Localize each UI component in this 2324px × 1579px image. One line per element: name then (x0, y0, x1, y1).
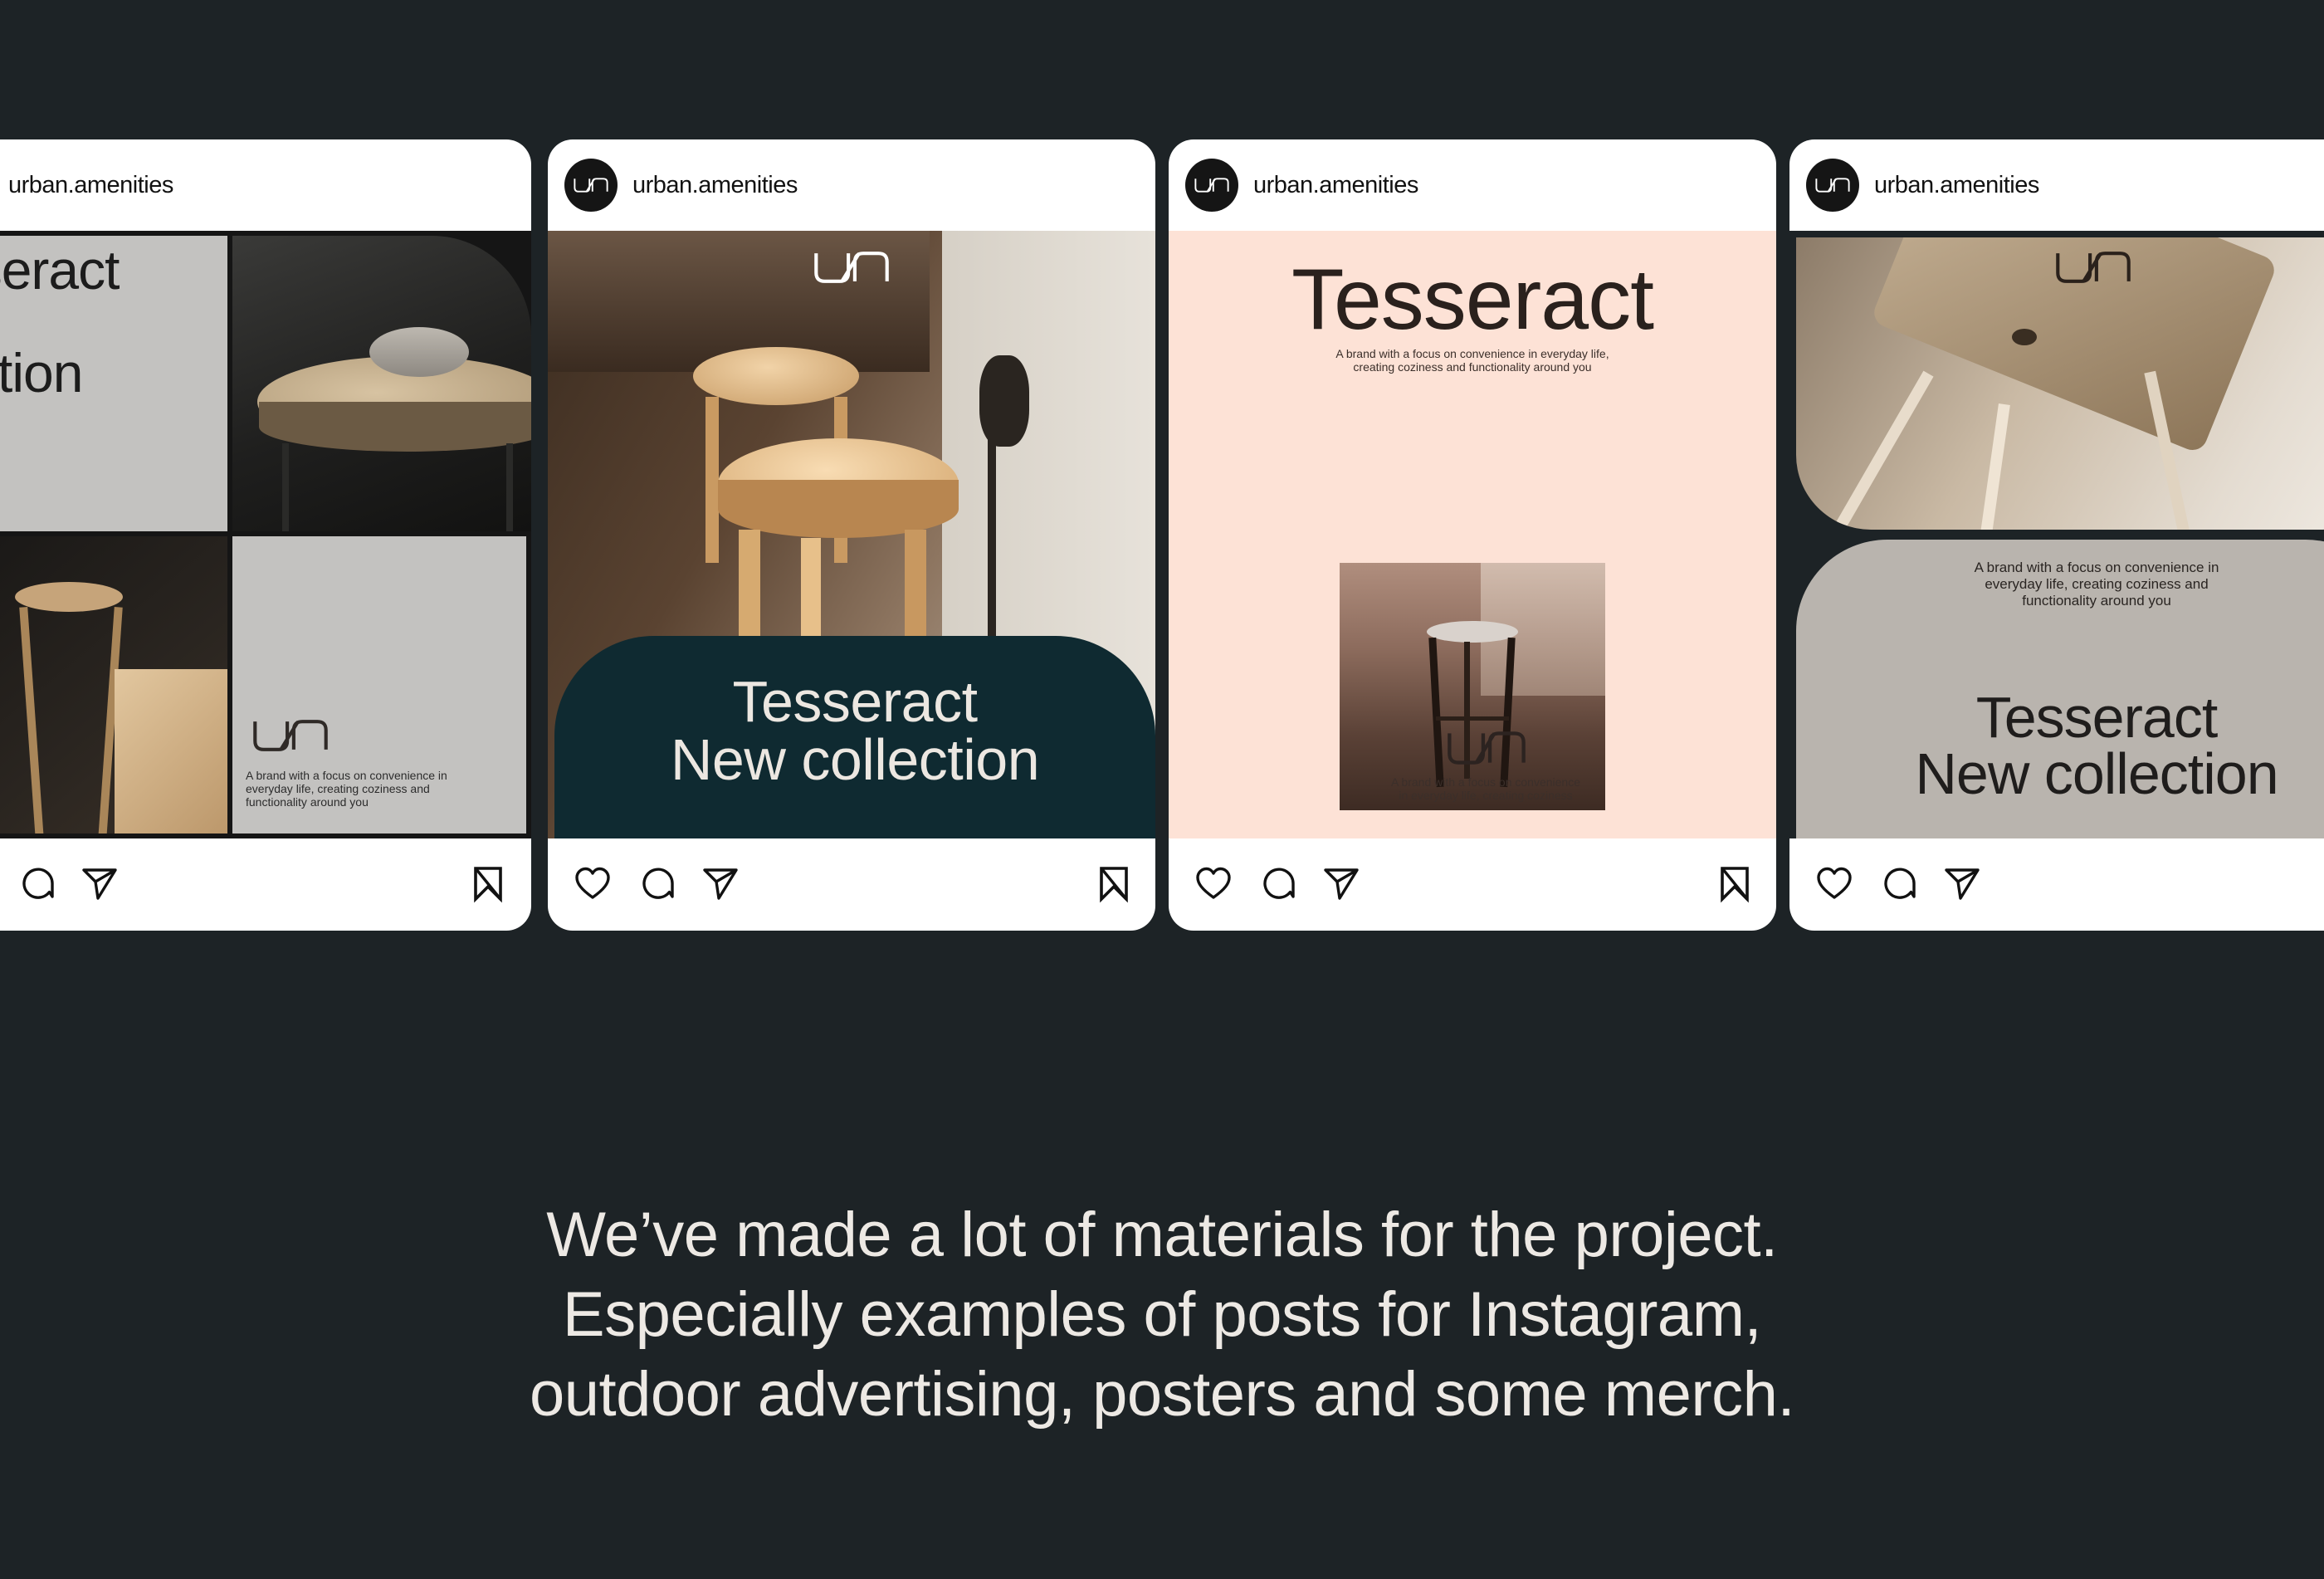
username[interactable]: urban.amenities (1874, 172, 2039, 199)
post-card-1: urban.amenities esseract ew llection (0, 139, 531, 931)
share-icon[interactable] (80, 863, 120, 903)
carved-stool-photo (1796, 237, 2324, 530)
title-panel: Tesseract New collection (554, 636, 1155, 838)
share-icon[interactable] (701, 863, 740, 903)
post-header: urban.amenities (0, 139, 531, 231)
comment-icon[interactable] (17, 863, 57, 903)
heart-icon[interactable] (573, 863, 613, 903)
post-image: Tesseract A brand with a focus on conven… (1169, 231, 1776, 838)
bookmark-icon[interactable] (468, 863, 508, 903)
headline: Tesseract New collection (1915, 685, 2278, 806)
title-panel: A brand with a focus on convenience in e… (1796, 540, 2324, 838)
gray-panel: esseract ew llection (0, 236, 227, 531)
share-icon[interactable] (1321, 863, 1361, 903)
username[interactable]: urban.amenities (8, 172, 173, 199)
avatar[interactable] (564, 159, 618, 212)
username[interactable]: urban.amenities (632, 172, 798, 199)
post-image: A brand with a focus on convenience in e… (1789, 231, 2324, 838)
headline: esseract ew llection (0, 239, 120, 403)
caption-line: outdoor advertising, posters and some me… (529, 1359, 1795, 1430)
avatar[interactable] (1185, 159, 1238, 212)
heart-icon[interactable] (1814, 863, 1854, 903)
post-header: urban.amenities (1789, 139, 2324, 231)
tagline: A brand with a focus on convenience in e… (246, 769, 447, 809)
post-card-4: urban.amenities A brand with a focus on … (1789, 139, 2324, 931)
post-actions (0, 838, 531, 931)
comment-icon[interactable] (637, 863, 677, 903)
headline: Tesseract New collection (670, 669, 1040, 792)
comment-icon[interactable] (1879, 863, 1919, 903)
post-image: esseract ew llection A brand with a focu… (0, 231, 531, 838)
un-logo (807, 249, 896, 286)
post-header: urban.amenities (548, 139, 1155, 231)
bookmark-icon[interactable] (1094, 863, 1134, 903)
heart-icon[interactable] (1194, 863, 1233, 903)
un-logo (2048, 249, 2138, 286)
brand-panel: A brand with a focus on convenience in e… (232, 536, 526, 833)
post-actions (548, 838, 1155, 931)
footer-copy: A brand with a focus on convenience in e… (1390, 775, 1581, 802)
stool-photo-frame (1340, 563, 1605, 810)
post-card-3: urban.amenities Tesseract A brand with a… (1169, 139, 1776, 931)
un-logo (246, 717, 335, 754)
post-actions (1169, 838, 1776, 931)
username[interactable]: urban.amenities (1253, 172, 1418, 199)
post-card-2: urban.amenities Tesseract New collection (548, 139, 1155, 931)
avatar[interactable] (1806, 159, 1859, 212)
share-icon[interactable] (1942, 863, 1982, 903)
comment-icon[interactable] (1258, 863, 1298, 903)
caption-line: We’ve made a lot of materials for the pr… (546, 1200, 1778, 1270)
table-photo (232, 236, 531, 531)
title: Tesseract (1291, 252, 1654, 348)
tagline: A brand with a focus on convenience in e… (1974, 560, 2219, 609)
tagline: A brand with a focus on convenience in e… (1335, 347, 1609, 374)
post-header: urban.amenities (1169, 139, 1776, 231)
post-image: Tesseract New collection (548, 231, 1155, 838)
caption-line: Especially examples of posts for Instagr… (562, 1279, 1762, 1350)
post-actions (1789, 838, 2324, 931)
caption: We’ve made a lot of materials for the pr… (0, 1195, 2324, 1435)
un-logo (1439, 729, 1534, 767)
stool-photo (0, 536, 227, 833)
bookmark-icon[interactable] (1715, 863, 1755, 903)
